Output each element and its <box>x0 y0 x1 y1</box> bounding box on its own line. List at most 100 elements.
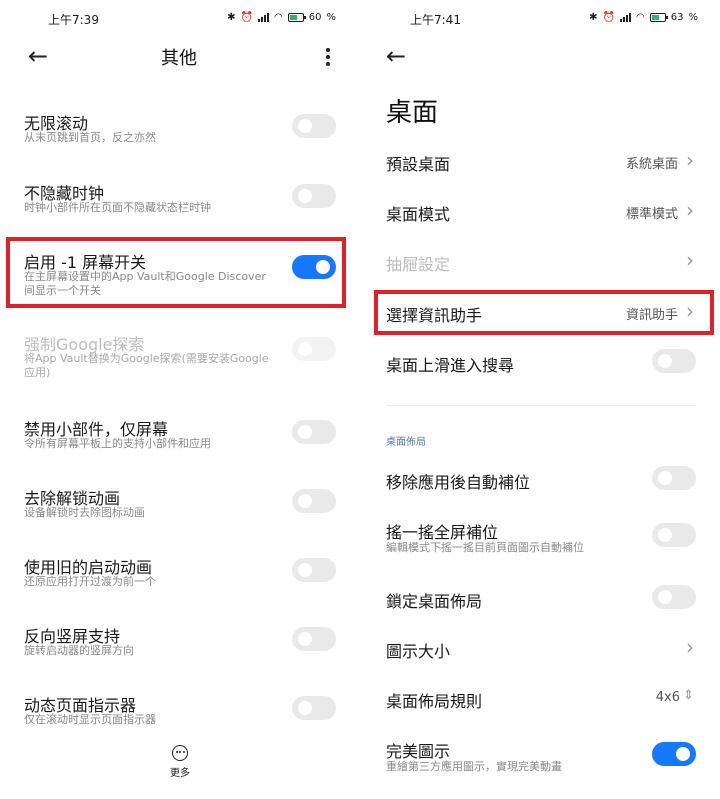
setting-description: 編輯模式下搖一搖目前頁面圖示自動補位 <box>386 541 584 554</box>
setting-label: 移除應用後自動補位 <box>386 473 531 492</box>
status-time: 上午7:39 <box>48 13 99 27</box>
setting-description: 间显示一个开关 <box>24 284 101 297</box>
setting-row[interactable]: 反向竖屏支持 旋转启动器的竖屏方向 <box>0 623 358 683</box>
setting-row[interactable]: 桌面佈局規則 4x6 ⇕ <box>362 688 720 728</box>
alarm-icon: ⏰ <box>240 12 254 23</box>
battery-percent: 63 <box>670 12 684 23</box>
toggle-switch[interactable] <box>652 349 696 373</box>
wifi-icon: ◠ <box>636 12 645 23</box>
toggle-knob <box>298 701 312 715</box>
top-bar: ← <box>362 40 720 74</box>
toggle-knob <box>658 354 672 368</box>
setting-row[interactable]: 桌面上滑進入搜尋 <box>362 349 720 392</box>
setting-row[interactable]: 搖一搖全屏補位 編輯模式下搖一搖目前頁面圖示自動補位 <box>362 519 720 559</box>
setting-row[interactable]: 强制Google探索 将App Vault替换为Google探索(需要安装Goog… <box>0 331 358 391</box>
toggle-switch[interactable] <box>652 523 696 547</box>
status-bar: 上午7:39 ✱ ⏰ ◠ 60% <box>0 0 358 40</box>
toggle-switch[interactable] <box>292 489 336 513</box>
setting-row[interactable]: 启用 -1 屏幕开关 在主屏幕设置中的App Vault和Google Disco… <box>0 249 358 309</box>
toggle-switch[interactable] <box>292 627 336 651</box>
toggle-knob <box>298 425 312 439</box>
page-title: 桌面 <box>386 98 439 128</box>
wifi-icon: ◠ <box>274 12 283 23</box>
toggle-knob <box>298 342 312 356</box>
toggle-knob <box>658 590 672 604</box>
setting-row[interactable]: 动态页面指示器 仅在滚动时显示页面指示器 <box>0 692 358 752</box>
toggle-knob <box>298 632 312 646</box>
setting-label: 桌面上滑進入搜尋 <box>386 356 515 375</box>
toggle-switch[interactable] <box>292 114 336 138</box>
setting-description: 将App Vault替换为Google探索(需要安装Google <box>24 352 269 365</box>
setting-description: 时钟小部件所在页面不隐藏状态栏时钟 <box>24 201 211 214</box>
toggle-switch[interactable] <box>652 466 696 490</box>
setting-label: 抽屜設定 <box>386 255 451 274</box>
setting-description: 应用) <box>24 366 51 379</box>
desktop-settings-screen: 上午7:41 ✱ ⏰ ◠ 63% ← 桌面 預設桌面 系統桌面 › 桌面模式 標準模式 ›… <box>362 0 720 799</box>
setting-label: 搖一搖全屏補位 <box>386 523 499 542</box>
more-dots-icon <box>172 745 188 761</box>
status-bar: 上午7:41 ✱ ⏰ ◠ 63% <box>362 0 720 40</box>
toggle-switch[interactable] <box>652 742 696 766</box>
setting-row[interactable]: 選擇資訊助手 資訊助手 › <box>362 299 720 342</box>
toggle-switch[interactable] <box>292 558 336 582</box>
setting-label: 選擇資訊助手 <box>386 306 483 325</box>
more-label: 更多 <box>170 768 190 779</box>
setting-row[interactable]: 无限滚动 从末页跳到首页，反之亦然 <box>0 110 358 170</box>
status-icons: ✱ ⏰ ◠ 63% <box>589 12 698 23</box>
setting-row[interactable]: 不隐藏时钟 时钟小部件所在页面不隐藏状态栏时钟 <box>0 180 358 240</box>
setting-description: 在主屏幕设置中的App Vault和Google Discover <box>24 270 266 283</box>
more-button[interactable]: 更多 <box>160 745 200 779</box>
toggle-switch[interactable] <box>292 696 336 720</box>
setting-row[interactable]: 使用旧的启动动画 还原应用打开过渡为前一个 <box>0 554 358 614</box>
setting-value: 資訊助手 <box>625 308 678 323</box>
setting-row[interactable]: 圖示大小 › <box>362 635 720 678</box>
setting-row[interactable]: 抽屜設定 › <box>362 248 720 291</box>
chevron-right-icon: › <box>686 198 694 222</box>
setting-row[interactable]: 去除解锁动画 设备解锁时去除图标动画 <box>0 485 358 545</box>
chevron-right-icon: › <box>686 299 694 323</box>
toggle-switch[interactable] <box>292 255 336 279</box>
setting-value: 4x6 <box>655 690 680 705</box>
setting-label: 完美圖示 <box>386 742 451 761</box>
toggle-knob <box>298 189 312 203</box>
setting-row[interactable]: 鎖定桌面佈局 <box>362 585 720 628</box>
section-header: 桌面佈局 <box>386 437 426 448</box>
setting-row[interactable]: 桌面模式 標準模式 › <box>362 198 720 241</box>
kebab-icon[interactable] <box>326 48 330 69</box>
chevron-right-icon: › <box>686 148 694 172</box>
setting-row[interactable]: 移除應用後自動補位 <box>362 466 720 509</box>
page-title: 其他 <box>161 48 197 69</box>
toggle-knob <box>676 747 690 761</box>
battery-icon <box>649 13 668 22</box>
toggle-knob <box>298 563 312 577</box>
chevron-updown-icon: ⇕ <box>683 688 694 703</box>
toggle-switch[interactable] <box>652 585 696 609</box>
setting-row[interactable]: 禁用小部件，仅屏幕 令所有屏幕平板上的支持小部件和应用 <box>0 416 358 476</box>
setting-value: 系統桌面 <box>625 157 678 172</box>
signal-icon <box>620 13 632 22</box>
bluetooth-icon: ✱ <box>589 12 598 23</box>
toggle-switch[interactable] <box>292 184 336 208</box>
setting-label: 圖示大小 <box>386 642 451 661</box>
setting-label: 預設桌面 <box>386 155 451 174</box>
setting-value: 標準模式 <box>625 207 678 222</box>
setting-row[interactable]: 預設桌面 系統桌面 › <box>362 148 720 191</box>
toggle-switch[interactable] <box>292 420 336 444</box>
alarm-icon: ⏰ <box>602 12 616 23</box>
toggle-knob <box>658 528 672 542</box>
chevron-right-icon: › <box>686 248 694 272</box>
status-icons: ✱ ⏰ ◠ 60% <box>227 12 336 23</box>
setting-label: 鎖定桌面佈局 <box>386 592 483 611</box>
bluetooth-icon: ✱ <box>227 12 236 23</box>
chevron-right-icon: › <box>686 635 694 659</box>
setting-description: 重繪第三方應用圖示，實現完美動畫 <box>386 760 562 773</box>
section-divider <box>386 405 696 406</box>
toggle-switch <box>292 337 336 361</box>
arrow-left-icon[interactable]: ← <box>386 42 406 70</box>
setting-row[interactable]: 完美圖示 重繪第三方應用圖示，實現完美動畫 <box>362 738 720 778</box>
status-time: 上午7:41 <box>410 13 461 27</box>
setting-description: 还原应用打开过渡为前一个 <box>24 575 156 588</box>
toggle-knob <box>298 119 312 133</box>
toggle-knob <box>658 471 672 485</box>
signal-icon <box>258 13 270 22</box>
